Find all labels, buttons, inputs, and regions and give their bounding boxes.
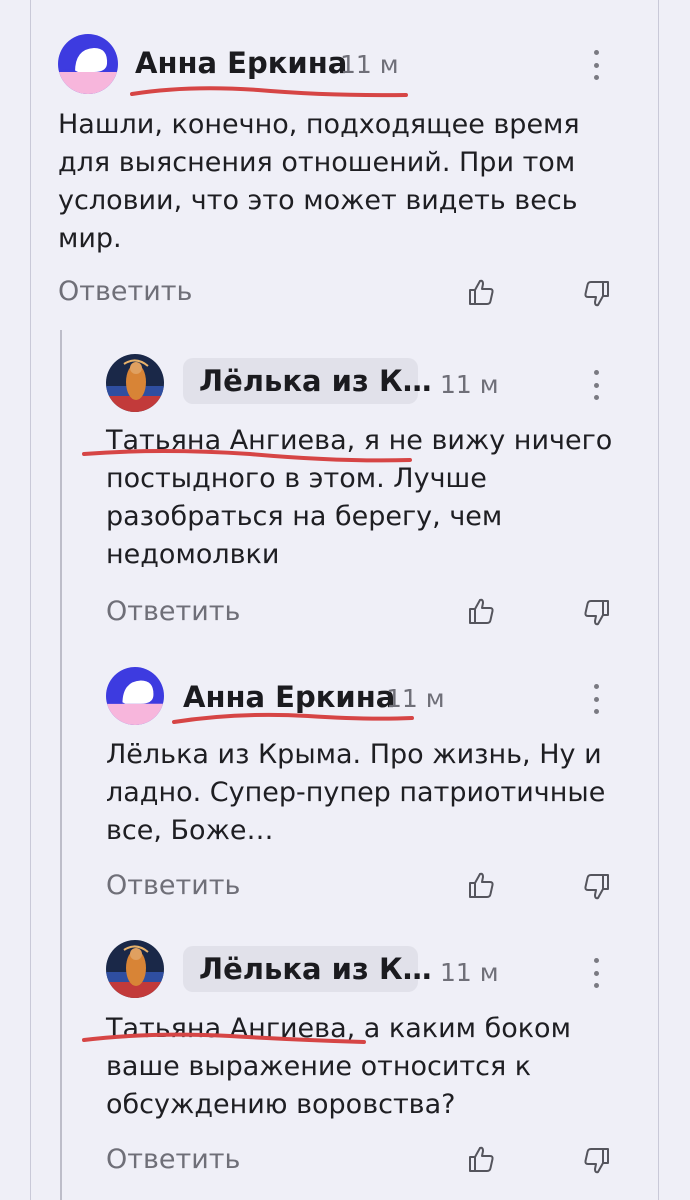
comment-text-line: условии, что это может видеть весь (58, 185, 578, 216)
comment-text: Нашли, конечно, подходящее время для выя… (58, 106, 638, 258)
avatar[interactable] (58, 34, 118, 94)
reply-button[interactable]: Ответить (106, 870, 240, 901)
comment: Анна Еркина 11 м Нашли, конечно, подходя… (0, 0, 690, 330)
comment-text: Татьяна Ангиева, я не вижу ничего постыд… (106, 422, 646, 574)
author-name[interactable]: Анна Еркина (135, 46, 347, 80)
comment-text-line: для выяснения отношений. При том (58, 147, 576, 178)
avatar-logo-icon (58, 34, 118, 94)
avatar-logo-icon (106, 667, 164, 725)
more-vertical-icon[interactable] (591, 684, 601, 714)
comment-text-line: постыдного в этом. Лучше (106, 463, 487, 494)
reply-button[interactable]: Ответить (58, 276, 192, 307)
thumbs-up-icon[interactable] (466, 596, 496, 626)
reply-button[interactable]: Ответить (106, 1144, 240, 1175)
comment-time: 11 м (440, 958, 499, 987)
comment-text-line: ваше выражение относится к (106, 1051, 532, 1082)
comment-time: 11 м (340, 50, 399, 79)
comment-text-line: мир. (58, 223, 122, 254)
comment-time: 11 м (440, 370, 499, 399)
comment-text-line: недомолвки (106, 539, 280, 570)
comment-text-line: Нашли, конечно, подходящее время (58, 109, 580, 140)
avatar-photo-icon (106, 354, 164, 412)
comment-text-line: обсуждению воровства? (106, 1089, 456, 1120)
thumbs-down-icon[interactable] (582, 598, 612, 628)
comment-reply: Лёлька из К… 11 м Татьяна Ангиева, я не … (0, 330, 690, 650)
avatar[interactable] (106, 667, 164, 725)
comment-text-line: разобраться на берегу, чем (106, 501, 503, 532)
comment-text-line: все, Боже… (106, 815, 274, 846)
thumbs-up-icon[interactable] (466, 1144, 496, 1174)
comment-text: Лёлька из Крыма. Про жизнь, Ну и ладно. … (106, 736, 646, 850)
avatar-photo-icon (106, 940, 164, 998)
comment-text-line: Татьяна Ангиева, а каким боком (106, 1013, 571, 1044)
thumbs-up-icon[interactable] (466, 870, 496, 900)
comment-text-line: Лёлька из Крыма. Про жизнь, Ну и (106, 739, 602, 770)
more-vertical-icon[interactable] (591, 958, 601, 988)
author-name[interactable]: Лёлька из К… (183, 946, 432, 992)
thumbs-down-icon[interactable] (582, 1146, 612, 1176)
comment-text-line: Татьяна Ангиева, я не вижу ничего (106, 425, 613, 456)
more-vertical-icon[interactable] (591, 50, 601, 80)
comment-reply: Лёлька из К… 11 м Татьяна Ангиева, а как… (0, 930, 690, 1200)
comment-text-line: ладно. Супер-пупер патриотичные (106, 777, 606, 808)
reply-button[interactable]: Ответить (106, 596, 240, 627)
more-vertical-icon[interactable] (591, 370, 601, 400)
thumbs-up-icon[interactable] (466, 277, 496, 307)
avatar[interactable] (106, 354, 164, 412)
thumbs-down-icon[interactable] (582, 279, 612, 309)
comment-text: Татьяна Ангиева, а каким боком ваше выра… (106, 1010, 646, 1124)
avatar[interactable] (106, 940, 164, 998)
comment-reply: Анна Еркина 11 м Лёлька из Крыма. Про жи… (0, 650, 690, 930)
thumbs-down-icon[interactable] (582, 872, 612, 902)
author-name[interactable]: Лёлька из К… (183, 358, 432, 404)
author-name[interactable]: Анна Еркина (183, 680, 395, 714)
comment-time: 11 м (386, 684, 445, 713)
